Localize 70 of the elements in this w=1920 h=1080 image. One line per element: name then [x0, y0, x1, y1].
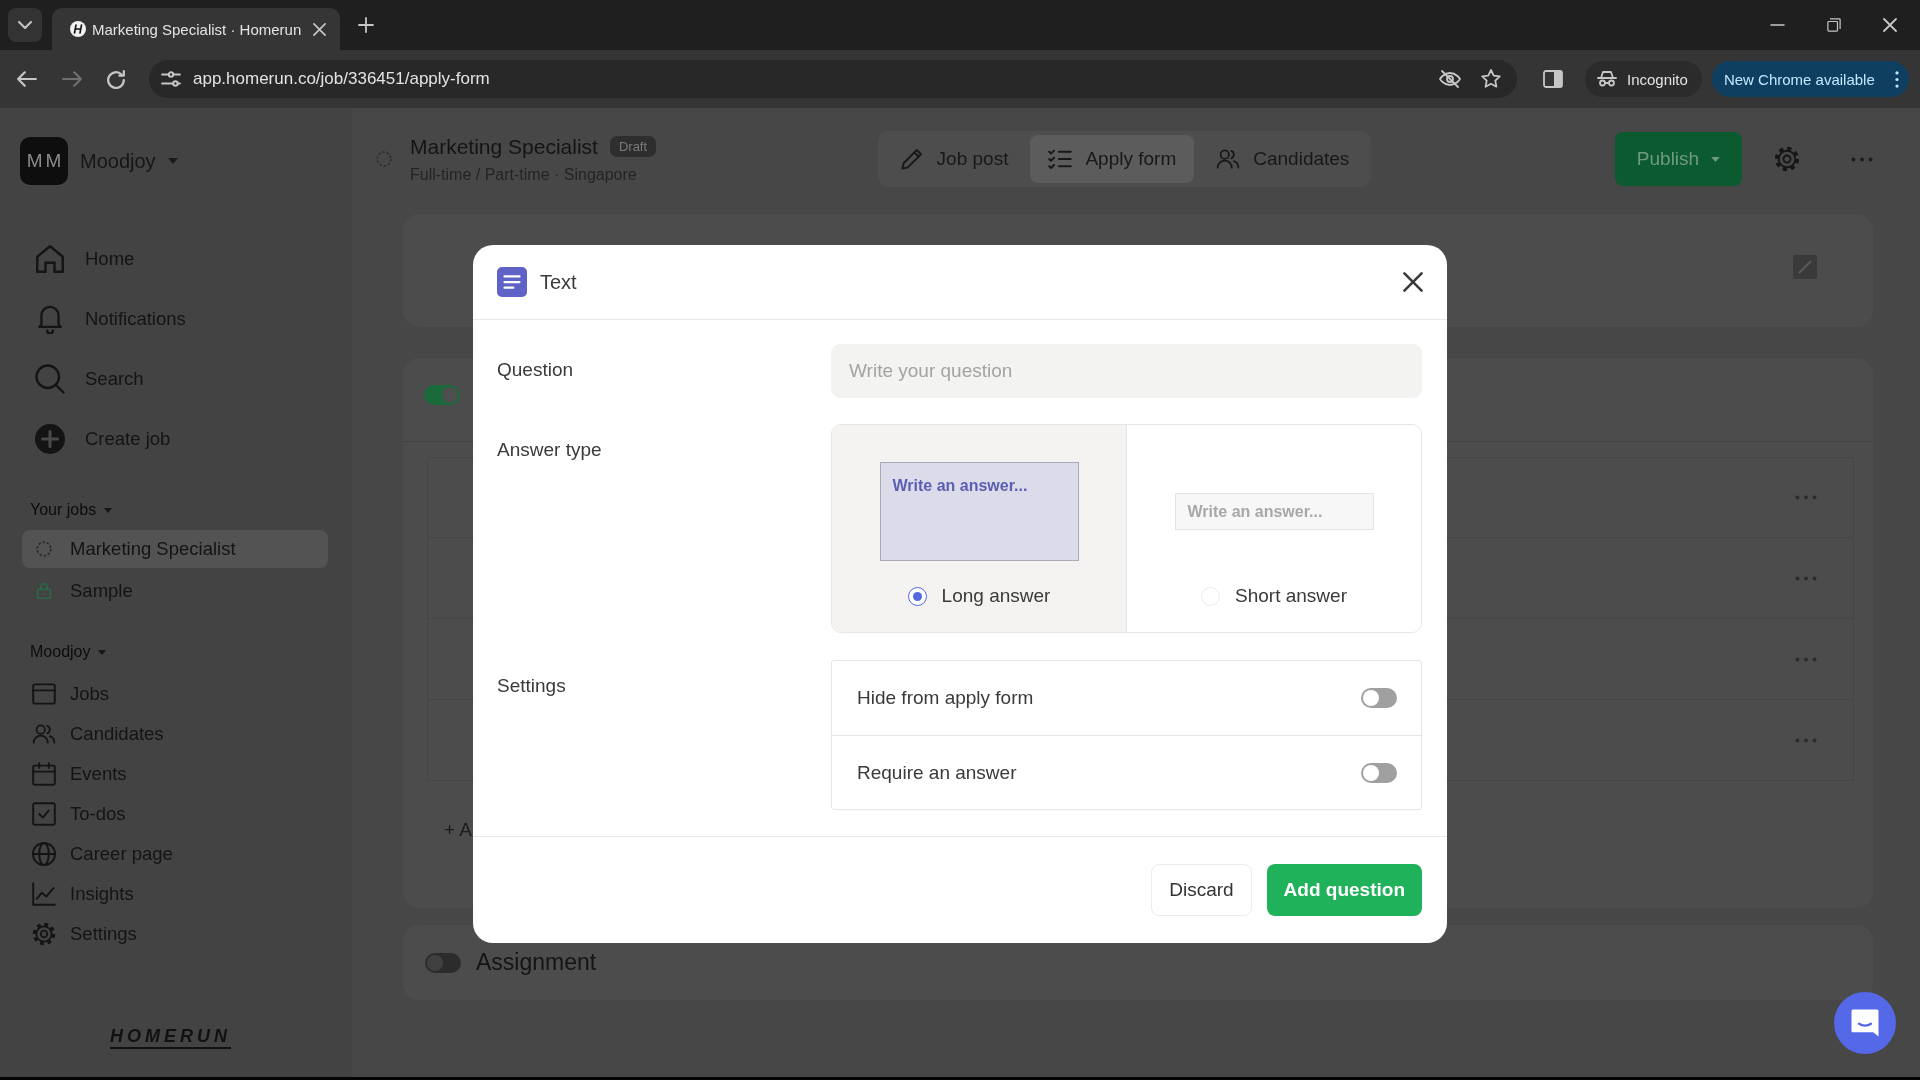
incognito-icon	[1597, 71, 1617, 87]
bell-icon	[35, 304, 65, 334]
chat-icon	[1850, 1008, 1880, 1038]
radio-button[interactable]	[907, 586, 927, 606]
checklist-icon	[1048, 147, 1073, 171]
job-item[interactable]: Marketing Specialist	[22, 530, 328, 568]
settings-icon	[32, 922, 56, 946]
tab-search-button[interactable]	[8, 8, 42, 42]
publish-button[interactable]: Publish	[1615, 132, 1742, 186]
browser-tab[interactable]: Marketing Specialist · Homerun	[52, 8, 340, 50]
address-bar[interactable]: app.homerun.co/job/336451/apply-form	[149, 60, 1517, 98]
field-label: Settings	[497, 674, 566, 697]
workspace-avatar: MM	[20, 137, 68, 185]
caret-icon	[98, 649, 107, 655]
status-badge: Draft	[609, 136, 657, 157]
home-icon	[35, 244, 65, 274]
setting-label: Hide from apply form	[857, 687, 1034, 709]
short-answer-preview: Write an answer...	[1174, 493, 1374, 530]
long-answer-preview: Write an answer...	[879, 462, 1079, 561]
caret-icon	[104, 507, 113, 513]
close-icon[interactable]	[1403, 272, 1423, 292]
back-icon[interactable]	[17, 71, 37, 87]
tab[interactable]: Apply form	[1030, 135, 1195, 183]
caret-icon	[167, 158, 178, 164]
site-settings-icon[interactable]	[161, 71, 181, 87]
plus-circle-icon	[35, 424, 65, 454]
question-input[interactable]: Write your question	[831, 344, 1422, 398]
toggle-switch[interactable]	[424, 385, 460, 405]
line-chart-icon	[32, 882, 56, 906]
toggle-switch[interactable]	[425, 952, 461, 973]
section-heading[interactable]: Your jobs	[30, 499, 113, 521]
update-button[interactable]: New Chrome available	[1711, 61, 1909, 97]
pen-icon	[899, 147, 924, 171]
people-icon	[32, 722, 56, 746]
search-icon	[35, 364, 65, 394]
option-label: Short answer	[1235, 585, 1347, 607]
toggle-switch[interactable]	[1361, 762, 1397, 783]
discard-button[interactable]: Discard	[1151, 864, 1252, 916]
caret-icon	[1711, 156, 1721, 162]
forward-icon[interactable]	[62, 71, 82, 87]
toggle-switch[interactable]	[1361, 688, 1397, 708]
star-icon[interactable]	[1481, 69, 1501, 89]
calendar-icon	[32, 762, 56, 786]
section-title: Assignment	[476, 949, 597, 976]
side-panel-icon[interactable]	[1543, 70, 1563, 88]
setting-label: Require an answer	[857, 761, 1017, 784]
new-tab-icon[interactable]	[358, 17, 374, 33]
modal-title: Text	[540, 270, 577, 294]
text-lines-icon	[497, 267, 527, 297]
add-question-button[interactable]: Add question	[1266, 864, 1422, 916]
kebab-menu-icon	[1894, 70, 1899, 88]
window-icon	[32, 682, 56, 706]
globe-icon	[32, 842, 56, 866]
field-label: Answer type	[497, 438, 602, 461]
chevron-down-icon	[18, 21, 32, 29]
field-label: Question	[497, 358, 574, 381]
section-heading[interactable]: Moodjoy	[30, 641, 107, 663]
dotted-circle-icon	[376, 151, 392, 167]
restore-icon[interactable]	[1827, 18, 1841, 32]
checkbox-icon	[32, 802, 56, 826]
answer-option-card[interactable]: Write an answer... Short answer	[1126, 425, 1421, 632]
eye-off-icon[interactable]	[1439, 70, 1461, 88]
option-label: Long answer	[941, 585, 1051, 607]
lock-icon	[36, 583, 52, 599]
people-icon	[1216, 147, 1241, 171]
reload-icon[interactable]	[107, 69, 125, 89]
answer-option-card[interactable]: Write an answer... Long answer	[832, 425, 1126, 632]
incognito-chip[interactable]: Incognito	[1585, 61, 1702, 97]
favicon-icon	[70, 21, 86, 37]
dotted-circle-icon	[36, 541, 52, 557]
